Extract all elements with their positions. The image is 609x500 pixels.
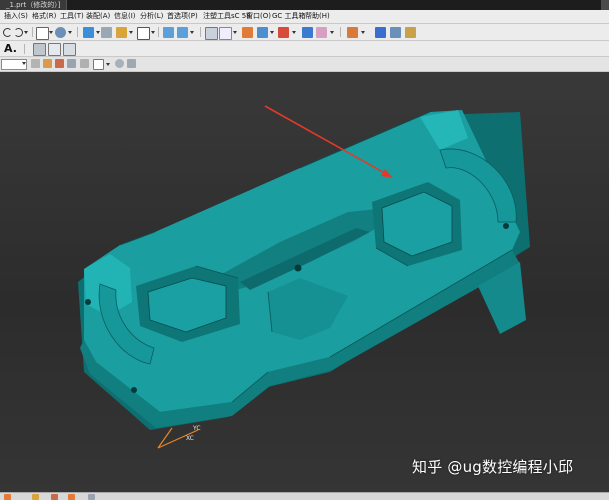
history-icon[interactable]: [51, 494, 58, 500]
chevron-down-icon[interactable]: [361, 31, 365, 34]
redo-icon[interactable]: [14, 28, 23, 37]
layout-icon[interactable]: [205, 27, 218, 40]
toolbar-separator: [24, 44, 25, 54]
filter-icon[interactable]: [31, 59, 40, 68]
chevron-down-icon[interactable]: [49, 31, 53, 34]
bottom-toolbar: [0, 492, 609, 500]
nx-cad-window: _1.prt（修改的）] 插入(S) 格式(R) 工具(T) 装配(A) 信息(…: [0, 0, 609, 500]
menu-format[interactable]: 格式(R): [32, 10, 56, 23]
wcs-icon[interactable]: [55, 27, 66, 38]
toolbar-separator: [77, 27, 78, 37]
annotation-toolbar: A.: [0, 41, 609, 57]
mold-base-model[interactable]: XC YC: [0, 72, 609, 492]
measure-icon[interactable]: [242, 27, 253, 38]
box-icon[interactable]: [48, 43, 61, 56]
chevron-down-icon[interactable]: [24, 31, 28, 34]
mold-wizard-icon[interactable]: [347, 27, 358, 38]
cube-icon[interactable]: [83, 27, 94, 38]
menu-information[interactable]: 信息(I): [114, 10, 136, 23]
text-icon[interactable]: [375, 27, 386, 38]
text-tool-label[interactable]: A.: [4, 41, 17, 56]
snap-icon[interactable]: [163, 27, 174, 38]
toolbar-separator: [200, 27, 201, 37]
toolbar-separator: [32, 27, 33, 37]
pencil-icon[interactable]: [316, 27, 327, 38]
menu-mold-tools[interactable]: 注塑工具sC 58: [203, 10, 251, 23]
line-icon[interactable]: [302, 27, 313, 38]
hide-icon[interactable]: [127, 59, 136, 68]
intent-icon[interactable]: [55, 59, 64, 68]
chevron-down-icon[interactable]: [270, 31, 274, 34]
hole-icon: [131, 387, 137, 393]
menu-window[interactable]: 窗口(O): [246, 10, 271, 23]
chevron-down-icon[interactable]: [151, 31, 155, 34]
menu-tools[interactable]: 工具(T): [60, 10, 84, 23]
selection-bar: [0, 57, 609, 72]
menu-assembly[interactable]: 装配(A): [86, 10, 110, 23]
pan-icon[interactable]: [80, 59, 89, 68]
cube-icon[interactable]: [33, 43, 46, 56]
standard-toolbar: [0, 24, 609, 41]
layer-icon[interactable]: [101, 27, 112, 38]
menu-help[interactable]: 帮助(H): [305, 10, 330, 23]
menu-preferences[interactable]: 首选项(P): [167, 10, 198, 23]
undo-icon[interactable]: [3, 28, 12, 37]
hole-icon: [85, 299, 91, 305]
axis-label-y: YC: [192, 425, 201, 432]
chevron-down-icon[interactable]: [68, 31, 72, 34]
chevron-down-icon[interactable]: [106, 63, 110, 66]
title-bar: _1.prt（修改的）]: [0, 0, 609, 10]
menu-bar: 插入(S) 格式(R) 工具(T) 装配(A) 信息(I) 分析(L) 首选项(…: [0, 10, 609, 24]
window-control-button[interactable]: [601, 0, 609, 10]
axis-label-x: XC: [186, 435, 194, 442]
hole-icon: [294, 264, 302, 272]
grid-icon[interactable]: [36, 27, 49, 40]
edit-icon[interactable]: [278, 27, 289, 38]
part-icon[interactable]: [32, 494, 39, 500]
chevron-down-icon[interactable]: [22, 62, 26, 65]
home-icon[interactable]: [4, 494, 11, 500]
chevron-down-icon[interactable]: [292, 31, 296, 34]
snap-point-icon[interactable]: [43, 59, 52, 68]
hole-icon: [503, 223, 509, 229]
table-icon[interactable]: [405, 27, 416, 38]
hole-icon[interactable]: [63, 43, 76, 56]
chevron-down-icon[interactable]: [190, 31, 194, 34]
sketch-icon[interactable]: [257, 27, 268, 38]
toolbar-separator: [158, 27, 159, 37]
graphics-viewport[interactable]: XC YC: [0, 72, 609, 492]
view-icon[interactable]: [137, 27, 150, 40]
roles-icon[interactable]: [88, 494, 95, 500]
eye-icon[interactable]: [115, 59, 124, 68]
toolbar-separator: [340, 27, 341, 37]
menu-insert[interactable]: 插入(S): [4, 10, 28, 23]
zoom-icon[interactable]: [67, 59, 76, 68]
rectangle-select-icon[interactable]: [93, 59, 104, 70]
menu-analysis[interactable]: 分析(L): [140, 10, 163, 23]
document-tab[interactable]: _1.prt（修改的）]: [0, 0, 68, 10]
copy-icon[interactable]: [219, 27, 232, 40]
assembly-icon[interactable]: [68, 494, 75, 500]
menu-gc-toolbox[interactable]: GC 工具箱: [272, 10, 306, 23]
chevron-down-icon[interactable]: [96, 31, 100, 34]
render-icon[interactable]: [116, 27, 127, 38]
watermark-text: 知乎 @ug数控编程小邱: [412, 458, 574, 476]
chevron-down-icon[interactable]: [330, 31, 334, 34]
chevron-down-icon[interactable]: [233, 31, 237, 34]
chart-icon[interactable]: [390, 27, 401, 38]
chevron-down-icon[interactable]: [129, 31, 133, 34]
select-icon[interactable]: [177, 27, 188, 38]
